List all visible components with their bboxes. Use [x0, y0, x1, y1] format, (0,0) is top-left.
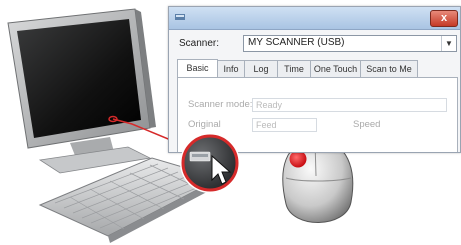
original-field: Feed — [252, 118, 317, 132]
close-icon: x — [440, 12, 448, 24]
scanner-app-icon — [175, 14, 185, 20]
tab-time[interactable]: Time — [277, 60, 311, 77]
scanner-select[interactable]: MY SCANNER (USB) ▼ — [243, 35, 457, 52]
status-field: Ready — [252, 98, 447, 112]
tab-info[interactable]: Info — [217, 60, 245, 77]
speed-label: Speed — [353, 119, 381, 130]
tab-panel-basic: Scanner mode: Ready Original Feed Speed — [177, 77, 458, 152]
scanner-label: Scanner: — [179, 38, 220, 49]
tab-scan-to-me[interactable]: Scan to Me — [360, 60, 418, 77]
tab-basic[interactable]: Basic — [177, 59, 218, 77]
scanner-select-value: MY SCANNER (USB) — [248, 37, 345, 48]
scanner-dialog-window: x Scanner: MY SCANNER (USB) ▼ Basic Info… — [168, 6, 461, 153]
dropdown-arrow-icon[interactable]: ▼ — [441, 36, 456, 51]
close-button[interactable]: x — [430, 10, 458, 27]
tab-log[interactable]: Log — [244, 60, 278, 77]
mouse-button-highlight — [289, 150, 307, 168]
title-bar: x — [169, 7, 460, 30]
tab-one-touch[interactable]: One Touch — [310, 60, 361, 77]
monitor — [7, 8, 156, 174]
original-label: Original — [188, 119, 221, 130]
status-label: Scanner mode: — [188, 99, 253, 110]
